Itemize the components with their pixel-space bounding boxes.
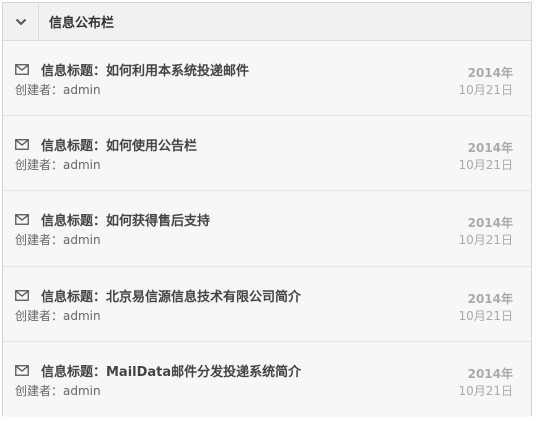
list-item: 信息标题：北京易信源信息技术有限公司简介 创建者：admin 2014年 10月… <box>3 266 531 342</box>
date-year: 2014年 <box>467 366 513 381</box>
list-item: 信息标题：MailData邮件分发投递系统简介 创建者：admin 2014年 … <box>3 341 531 417</box>
mail-icon <box>15 139 29 151</box>
item-title-link[interactable]: 信息标题：如何获得售后支持 <box>15 210 210 229</box>
date-month-day: 10月21日 <box>458 308 513 323</box>
item-title-link[interactable]: 信息标题：如何利用本系统投递邮件 <box>15 60 249 79</box>
collapse-button[interactable] <box>3 2 39 41</box>
chevron-down-icon <box>15 18 26 25</box>
item-date: 2014年 10月21日 <box>458 140 513 174</box>
item-title: 信息标题：北京易信源信息技术有限公司简介 <box>41 289 302 305</box>
item-creator: 创建者：admin <box>15 383 101 398</box>
date-month-day: 10月21日 <box>458 383 513 398</box>
panel-title: 信息公布栏 <box>49 16 115 31</box>
mail-icon <box>15 64 29 75</box>
date-month-day: 10月21日 <box>458 233 513 248</box>
item-date: 2014年 10月21日 <box>458 291 513 325</box>
item-creator: 创建者：admin <box>15 158 101 173</box>
date-year: 2014年 <box>467 216 513 231</box>
item-title-link[interactable]: 信息标题：如何使用公告栏 <box>15 135 197 154</box>
item-date: 2014年 10月21日 <box>458 366 513 400</box>
list-item: 信息标题：如何获得售后支持 创建者：admin 2014年 10月21日 <box>3 191 531 267</box>
item-creator: 创建者：admin <box>15 83 101 97</box>
item-creator: 创建者：admin <box>15 233 101 248</box>
date-year: 2014年 <box>467 291 513 306</box>
mail-icon <box>15 289 29 301</box>
mail-icon <box>15 214 29 226</box>
item-title: 信息标题：如何使用公告栏 <box>41 139 198 155</box>
item-creator: 创建者：admin <box>15 308 101 323</box>
date-month-day: 10月21日 <box>458 158 513 173</box>
item-title: 信息标题：如何利用本系统投递邮件 <box>41 64 250 79</box>
date-year: 2014年 <box>467 66 513 80</box>
date-month-day: 10月21日 <box>458 83 513 97</box>
item-title-link[interactable]: 信息标题：MailData邮件分发投递系统简介 <box>15 361 301 380</box>
list-item: 信息标题：如何使用公告栏 创建者：admin 2014年 10月21日 <box>3 116 531 192</box>
panel-header: 信息公布栏 <box>3 2 531 41</box>
mail-icon <box>15 364 29 376</box>
item-title-link[interactable]: 信息标题：北京易信源信息技术有限公司简介 <box>15 286 301 305</box>
info-board-panel: 信息公布栏 信息标题：如何利用本系统投递邮件 创建者：admin 2014年 1… <box>2 2 532 417</box>
list-item: 信息标题：如何利用本系统投递邮件 创建者：admin 2014年 10月21日 <box>3 41 531 117</box>
item-title: 信息标题：MailData邮件分发投递系统简介 <box>41 364 302 380</box>
date-year: 2014年 <box>467 141 513 156</box>
item-title: 信息标题：如何获得售后支持 <box>41 214 211 230</box>
item-date: 2014年 10月21日 <box>458 65 513 99</box>
item-date: 2014年 10月21日 <box>458 215 513 249</box>
